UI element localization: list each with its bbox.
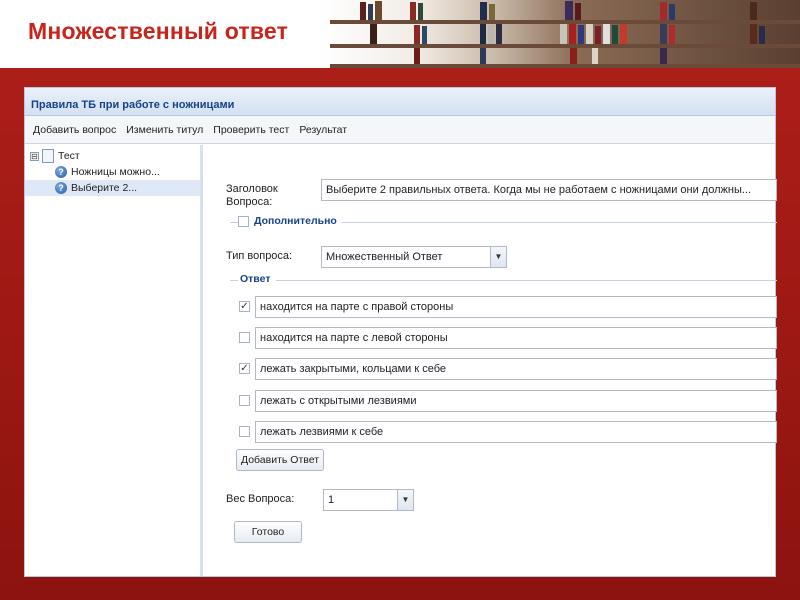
menu-check-test[interactable]: Проверить тест bbox=[208, 124, 294, 136]
test-editor-window: Правила ТБ при работе с ножницами Добави… bbox=[24, 87, 777, 577]
answer-legend: Ответ bbox=[238, 273, 273, 285]
collapse-icon[interactable]: ⊟ bbox=[30, 151, 39, 161]
answer-checkbox-3[interactable]: ✓ bbox=[239, 363, 250, 374]
question-type-value: Множественный Ответ bbox=[326, 251, 443, 263]
question-title-input[interactable]: Выберите 2 правильных ответа. Когда мы н… bbox=[321, 179, 777, 201]
question-weight-value: 1 bbox=[328, 494, 335, 506]
question-weight-label: Вес Вопроса: bbox=[226, 493, 295, 505]
question-icon: ? bbox=[55, 166, 67, 178]
body-area: ⊟ Тест ? Ножницы можно... ? Выберите 2..… bbox=[25, 145, 777, 576]
chevron-down-icon[interactable]: ▼ bbox=[490, 247, 506, 267]
question-title-label: Заголовок Вопроса: bbox=[226, 183, 278, 208]
window-title: Правила ТБ при работе с ножницами bbox=[25, 88, 775, 116]
document-icon bbox=[42, 149, 54, 163]
question-weight-select[interactable]: 1 ▼ bbox=[323, 489, 414, 511]
answer-checkbox-1[interactable]: ✓ bbox=[239, 301, 250, 312]
answer-input-5[interactable]: лежать лезвиями к себе bbox=[255, 421, 777, 443]
answer-checkbox-4[interactable] bbox=[239, 395, 250, 406]
additional-legend: Дополнительно bbox=[252, 215, 339, 227]
bookshelf-image bbox=[330, 0, 800, 68]
additional-checkbox[interactable] bbox=[238, 216, 249, 227]
question-tree: ⊟ Тест ? Ножницы можно... ? Выберите 2..… bbox=[25, 145, 203, 576]
add-answer-button[interactable]: Добавить Ответ bbox=[236, 449, 324, 471]
answer-input-4[interactable]: лежать с открытыми лезвиями bbox=[255, 390, 777, 412]
slide-title: Множественный ответ bbox=[28, 18, 289, 44]
answer-input-2[interactable]: находится на парте с левой стороны bbox=[255, 327, 777, 349]
tree-item-question-1[interactable]: ? Ножницы можно... bbox=[25, 164, 200, 180]
done-button[interactable]: Готово bbox=[234, 521, 302, 543]
chevron-down-icon[interactable]: ▼ bbox=[397, 490, 413, 510]
question-form: Заголовок Вопроса: Выберите 2 правильных… bbox=[206, 145, 777, 576]
tree-root-label: Тест bbox=[58, 150, 80, 162]
tree-root[interactable]: ⊟ Тест bbox=[25, 148, 200, 164]
question-icon: ? bbox=[55, 182, 67, 194]
tree-item-label: Выберите 2... bbox=[71, 182, 138, 194]
answer-checkbox-2[interactable] bbox=[239, 332, 250, 343]
slide-header: Множественный ответ bbox=[0, 0, 800, 68]
question-type-label: Тип вопроса: bbox=[226, 250, 293, 262]
question-type-select[interactable]: Множественный Ответ ▼ bbox=[321, 246, 507, 268]
menu-edit-title[interactable]: Изменить титул bbox=[121, 124, 208, 136]
tree-item-label: Ножницы можно... bbox=[71, 166, 160, 178]
menu-bar: Добавить вопрос Изменить титул Проверить… bbox=[25, 116, 775, 144]
answer-input-1[interactable]: находится на парте с правой стороны bbox=[255, 296, 777, 318]
answer-checkbox-5[interactable] bbox=[239, 426, 250, 437]
tree-item-question-2[interactable]: ? Выберите 2... bbox=[25, 180, 200, 196]
answer-input-3[interactable]: лежать закрытыми, кольцами к себе bbox=[255, 358, 777, 380]
menu-add-question[interactable]: Добавить вопрос bbox=[28, 124, 121, 136]
menu-result[interactable]: Результат bbox=[294, 124, 352, 136]
